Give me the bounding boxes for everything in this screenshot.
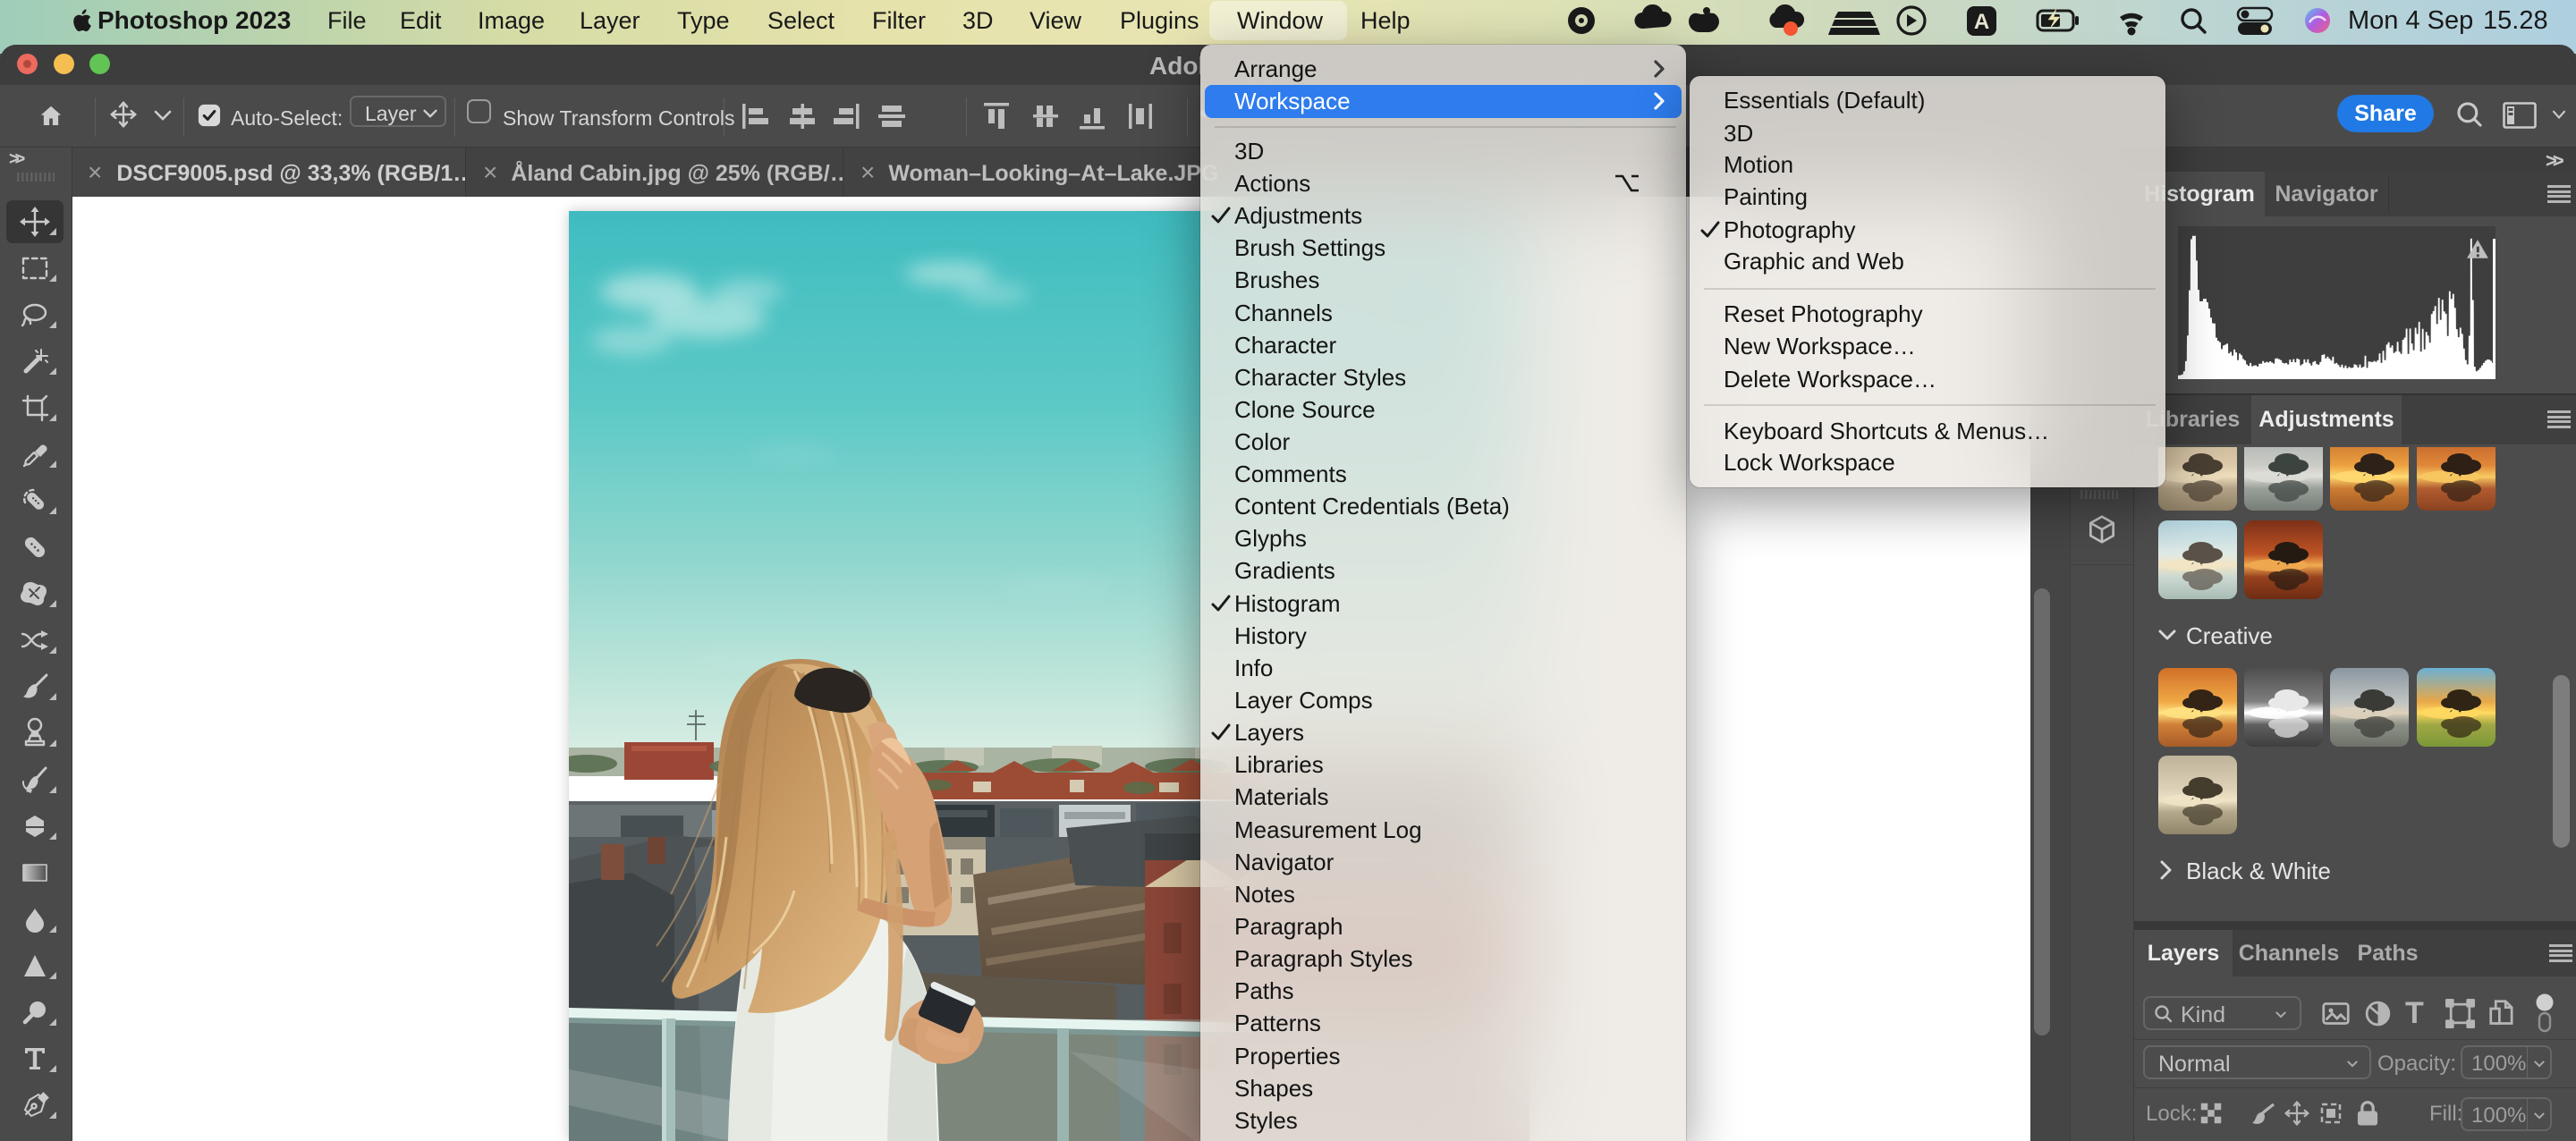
svg-text:A: A [1974,10,1989,34]
